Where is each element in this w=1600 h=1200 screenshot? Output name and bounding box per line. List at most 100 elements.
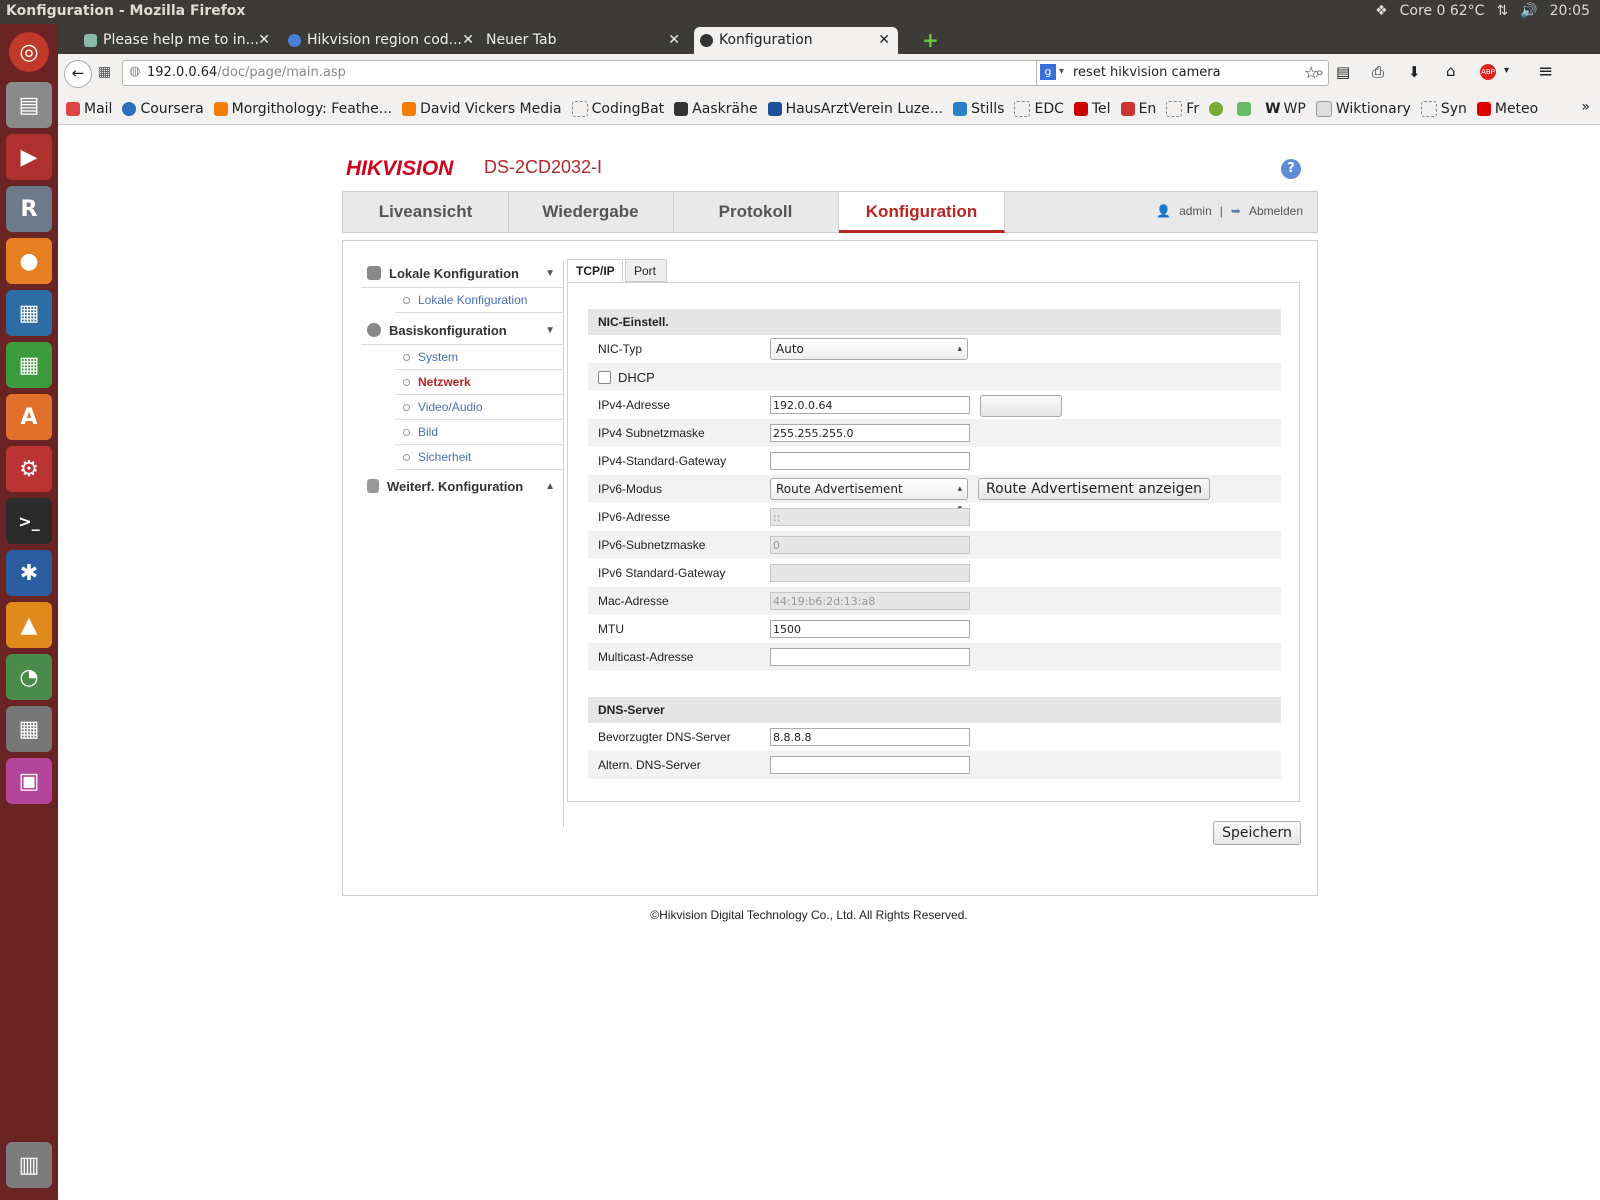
- close-tab-icon[interactable]: ✕: [878, 27, 890, 53]
- google-search-icon[interactable]: g: [1040, 64, 1056, 80]
- network-tool-icon[interactable]: ✱: [6, 550, 52, 596]
- calc-spreadsheet-icon[interactable]: ▦: [6, 342, 52, 388]
- download-icon[interactable]: ⬇: [1408, 63, 1421, 81]
- ubuntu-dash-icon[interactable]: ◎: [9, 32, 49, 72]
- browser-tab[interactable]: Neuer Tab ✕: [468, 27, 688, 54]
- workspace-switcher-icon[interactable]: ▣: [6, 758, 52, 804]
- nic-type-select[interactable]: Auto▴▾: [770, 338, 968, 374]
- sidebar-item-sicherheit[interactable]: Sicherheit: [395, 445, 563, 470]
- tab-port[interactable]: Port: [625, 259, 667, 282]
- bookmark-item[interactable]: Aaskrähe: [674, 101, 758, 117]
- software-center-icon[interactable]: A: [6, 394, 52, 440]
- system-settings-icon[interactable]: ⚙: [6, 446, 52, 492]
- save-button[interactable]: Speichern: [1213, 821, 1301, 845]
- bookmark-item[interactable]: CodingBat: [571, 101, 664, 117]
- ipv4-gateway-input[interactable]: [770, 452, 970, 470]
- leaf-icon: [1209, 102, 1224, 116]
- alternate-dns-input[interactable]: [770, 756, 970, 774]
- tab-tcpip[interactable]: TCP/IP: [567, 259, 623, 282]
- ipv6-mode-select[interactable]: Route Advertisement▴▾: [770, 478, 968, 514]
- logout-icon[interactable]: ➥: [1231, 204, 1241, 218]
- dhcp-checkbox[interactable]: [598, 371, 611, 384]
- search-engine-dropdown-icon[interactable]: ▾: [1059, 66, 1064, 77]
- trash-icon[interactable]: ▥: [6, 1142, 52, 1188]
- tab-liveansicht[interactable]: Liveansicht: [343, 192, 509, 232]
- bookmark-item[interactable]: [1237, 102, 1255, 116]
- help-icon[interactable]: ?: [1281, 159, 1301, 179]
- firefox-icon[interactable]: ●: [6, 238, 52, 284]
- logout-link[interactable]: Abmelden: [1249, 204, 1303, 218]
- home-icon[interactable]: ⌂: [1446, 62, 1456, 80]
- show-route-advertisement-button[interactable]: Route Advertisement anzeigen: [978, 478, 1210, 500]
- browser-tab[interactable]: Hikvision region cod... ✕: [282, 27, 482, 54]
- print-icon[interactable]: ⎙: [1372, 63, 1384, 81]
- tab-konfiguration[interactable]: Konfiguration: [839, 192, 1005, 233]
- clock[interactable]: 20:05: [1550, 3, 1590, 19]
- new-tab-icon[interactable]: +: [922, 28, 939, 52]
- calculator-icon[interactable]: ▦: [6, 706, 52, 752]
- tab-label: Konfiguration: [719, 32, 813, 48]
- writer-icon[interactable]: ▦: [6, 290, 52, 336]
- cpu-temperature[interactable]: Core 0 62°C: [1400, 3, 1485, 19]
- sidebar-item-netzwerk[interactable]: Netzwerk: [395, 370, 563, 395]
- bookmark-item[interactable]: Stills: [953, 101, 1004, 117]
- bookmark-item[interactable]: W WP: [1265, 101, 1306, 117]
- preferred-dns-input[interactable]: 8.8.8.8: [770, 728, 970, 746]
- bookmark-item[interactable]: Coursera: [122, 101, 204, 117]
- adblock-icon[interactable]: ABP: [1480, 64, 1496, 80]
- dropbox-icon[interactable]: ❖: [1375, 3, 1388, 19]
- close-tab-icon[interactable]: ✕: [668, 27, 680, 53]
- sidebar-group-basiskonfiguration[interactable]: Basiskonfiguration ▼: [361, 316, 563, 345]
- mtu-input[interactable]: 1500: [770, 620, 970, 638]
- bookmark-item[interactable]: Mail: [66, 101, 112, 117]
- row-multicast-adresse: Multicast-Adresse: [588, 643, 1281, 671]
- sidebar-item-system[interactable]: System: [395, 345, 563, 370]
- vlc-icon[interactable]: ▲: [6, 602, 52, 648]
- sidebar-group-weiterf-konfiguration[interactable]: Weiterf. Konfiguration ▲: [361, 472, 563, 500]
- bookmark-item[interactable]: HausArztVerein Luze...: [767, 101, 943, 117]
- bookmark-star-icon[interactable]: ☆: [1304, 63, 1318, 82]
- search-input[interactable]: reset hikvision camera: [1073, 65, 1221, 80]
- history-icon[interactable]: ▦: [98, 64, 111, 80]
- adblock-dropdown-icon[interactable]: ▾: [1504, 65, 1509, 76]
- bookmark-item[interactable]: David Vickers Media: [402, 101, 562, 117]
- tab-protokoll[interactable]: Protokoll: [673, 192, 839, 232]
- multicast-address-input[interactable]: [770, 648, 970, 666]
- bookmark-item[interactable]: Syn: [1420, 101, 1467, 117]
- files-icon[interactable]: ▤: [6, 82, 52, 128]
- back-arrow-icon[interactable]: ←: [64, 60, 92, 88]
- bookmark-item[interactable]: En: [1120, 101, 1156, 117]
- sidebar-item-video-audio[interactable]: Video/Audio: [395, 395, 563, 420]
- bookmark-item[interactable]: Meteo: [1476, 101, 1538, 117]
- url-bar[interactable]: ◍ 192.0.0.64/doc/page/main.asp ▾ ↻: [122, 60, 1082, 86]
- field-label: IPv4 Subnetzmaske: [598, 426, 705, 440]
- tab-wiedergabe[interactable]: Wiedergabe: [508, 192, 674, 232]
- sidebar-group-lokale-konfiguration[interactable]: Lokale Konfiguration ▼: [361, 259, 563, 288]
- search-bar[interactable]: g ▾ reset hikvision camera ⌕: [1036, 60, 1329, 86]
- video-editor-icon[interactable]: ▶: [6, 134, 52, 180]
- network-icon[interactable]: ⇅: [1496, 3, 1508, 19]
- menu-icon[interactable]: ≡: [1538, 61, 1553, 82]
- disk-usage-icon[interactable]: ◔: [6, 654, 52, 700]
- bookmark-item[interactable]: [1209, 102, 1227, 116]
- ipv4-address-input[interactable]: 192.0.0.64: [770, 396, 970, 414]
- bookmark-label: WP: [1283, 101, 1306, 117]
- browser-tab[interactable]: Please help me to in... ✕: [78, 27, 278, 54]
- bookmark-item[interactable]: Tel: [1073, 101, 1111, 117]
- sidebar-item-lokale-konfiguration[interactable]: Lokale Konfiguration: [395, 288, 563, 313]
- test-button[interactable]: [980, 395, 1062, 417]
- browser-tab-active[interactable]: Konfiguration ✕: [694, 27, 898, 54]
- more-bookmarks-icon[interactable]: »: [1581, 99, 1590, 115]
- terminal-icon[interactable]: >_: [6, 498, 52, 544]
- bullet-icon: [403, 296, 410, 304]
- bookmark-item[interactable]: EDC: [1014, 101, 1064, 117]
- ipv4-subnet-input[interactable]: 255.255.255.0: [770, 424, 970, 442]
- bookmark-item[interactable]: Morgithology: Feathe...: [213, 101, 392, 117]
- bookmark-item[interactable]: Wiktionary: [1315, 101, 1411, 117]
- bookmark-item[interactable]: Fr: [1166, 101, 1199, 117]
- volume-icon[interactable]: 🔊: [1520, 3, 1537, 19]
- sidebar-item-bild[interactable]: Bild: [395, 420, 563, 445]
- bookmarks-list-icon[interactable]: ▤: [1336, 63, 1350, 81]
- r-language-icon[interactable]: R: [6, 186, 52, 232]
- close-tab-icon[interactable]: ✕: [258, 27, 270, 53]
